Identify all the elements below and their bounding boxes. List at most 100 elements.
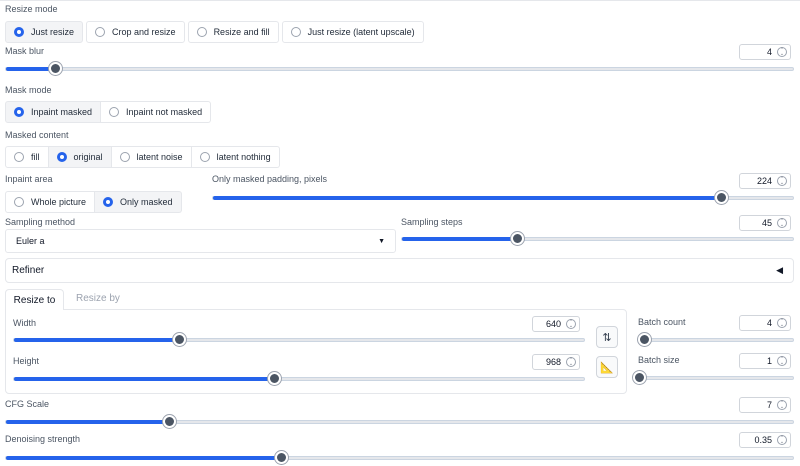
resize-mode-option[interactable]: Just resize: [5, 21, 84, 43]
batch-count-input[interactable]: 4 ⌃ ⌄: [739, 315, 791, 331]
mask-blur-input[interactable]: 4 ⌃ ⌄: [739, 44, 791, 60]
height-label: Height: [13, 356, 40, 366]
batch-size-slider[interactable]: [633, 371, 794, 384]
spinner-icon[interactable]: ⌃ ⌄: [777, 356, 787, 366]
radio-option-label: Only masked: [120, 197, 173, 207]
sampling-steps-label: Sampling steps: [401, 217, 463, 227]
only-masked-padding-slider-thumb[interactable]: [715, 191, 728, 204]
denoising-strength-input[interactable]: 0.35 ⌃ ⌄: [739, 432, 791, 448]
inpaint-area-label: Inpaint area: [5, 174, 53, 184]
spinner-icon[interactable]: ⌃ ⌄: [777, 435, 787, 445]
spinner-icon[interactable]: ⌃ ⌄: [566, 319, 576, 329]
sampling-steps-slider-thumb[interactable]: [511, 232, 524, 245]
radio-option-label: Whole picture: [31, 197, 87, 207]
mask-mode-label: Mask mode: [5, 85, 52, 95]
top-divider: [0, 0, 800, 1]
masked-content-option[interactable]: fill: [5, 146, 49, 168]
swap-icon: ⇅: [602, 331, 612, 344]
resize-mode-option[interactable]: Crop and resize: [86, 21, 185, 43]
resize-mode-label: Resize mode: [5, 4, 58, 14]
batch-size-slider-thumb[interactable]: [633, 371, 646, 384]
spinner-icon[interactable]: ⌃ ⌄: [777, 218, 787, 228]
width-slider-thumb[interactable]: [173, 333, 186, 346]
only-masked-padding-slider[interactable]: [212, 191, 794, 204]
sampling-method-select[interactable]: Euler a ▼: [5, 229, 396, 253]
sampling-steps-input[interactable]: 45 ⌃ ⌄: [739, 215, 791, 231]
batch-size-input[interactable]: 1 ⌃ ⌄: [739, 353, 791, 369]
height-input[interactable]: 968 ⌃ ⌄: [532, 354, 580, 370]
inpaint-area-option[interactable]: Only masked: [95, 191, 182, 213]
masked-content-option[interactable]: latent noise: [111, 146, 192, 168]
resize-mode-option[interactable]: Just resize (latent upscale): [281, 21, 424, 43]
refiner-label: Refiner: [12, 265, 45, 276]
radio-circle-icon[interactable]: [119, 152, 130, 162]
radio-option-label: latent noise: [136, 152, 183, 162]
sampling-steps-slider[interactable]: [401, 232, 794, 245]
masked-content-label: Masked content: [5, 130, 69, 140]
masked-content-option[interactable]: original: [48, 146, 112, 168]
cfg-scale-label: CFG Scale: [5, 399, 50, 409]
inpaint-area-group: Whole picture Only masked: [5, 191, 182, 213]
inpaint-area-option[interactable]: Whole picture: [5, 191, 96, 213]
masked-content-group: fill original latent noise latent nothing: [5, 146, 280, 168]
resize-mode-option[interactable]: Resize and fill: [187, 21, 279, 43]
chevron-down-icon: ▼: [378, 237, 385, 245]
tab-resize-to[interactable]: Resize to: [5, 289, 64, 310]
mask-mode-option[interactable]: Inpaint not masked: [101, 101, 212, 123]
radio-option-label: latent nothing: [216, 152, 271, 162]
radio-circle-icon[interactable]: [14, 27, 24, 37]
radio-circle-icon[interactable]: [196, 27, 207, 37]
auto-size-button[interactable]: 📐: [596, 356, 618, 378]
tab-resize-by[interactable]: Resize by: [76, 293, 120, 304]
cfg-scale-slider[interactable]: [5, 415, 794, 428]
mask-mode-group: Inpaint masked Inpaint not masked: [5, 101, 212, 123]
swap-dimensions-button[interactable]: ⇅: [596, 326, 618, 348]
radio-circle-icon[interactable]: [14, 107, 24, 117]
radio-option-label: Just resize: [31, 27, 75, 37]
ruler-icon: 📐: [600, 361, 614, 374]
spinner-icon[interactable]: ⌃ ⌄: [777, 400, 787, 410]
height-slider-thumb[interactable]: [268, 372, 281, 385]
only-masked-padding-input[interactable]: 224 ⌃ ⌄: [739, 173, 791, 189]
width-input[interactable]: 640 ⌃ ⌄: [532, 316, 580, 332]
radio-circle-icon[interactable]: [290, 27, 301, 37]
radio-circle-icon[interactable]: [199, 152, 210, 162]
masked-content-option[interactable]: latent nothing: [191, 146, 280, 168]
resize-mode-group: Just resize Crop and resize Resize and fil…: [5, 21, 427, 43]
radio-circle-icon[interactable]: [56, 152, 67, 162]
mask-blur-slider[interactable]: [5, 62, 794, 75]
batch-count-slider[interactable]: [638, 333, 794, 346]
radio-option-label: Just resize (latent upscale): [307, 27, 415, 37]
radio-option-label: fill: [31, 152, 40, 162]
collapse-arrow-icon[interactable]: ◀: [776, 265, 783, 276]
batch-count-slider-thumb[interactable]: [638, 333, 651, 346]
radio-circle-icon[interactable]: [103, 197, 114, 207]
spinner-icon[interactable]: ⌃ ⌄: [777, 176, 787, 186]
mask-mode-option[interactable]: Inpaint masked: [5, 101, 102, 123]
radio-circle-icon[interactable]: [109, 107, 120, 117]
height-slider[interactable]: [13, 372, 585, 385]
radio-option-label: Inpaint not masked: [126, 107, 203, 117]
radio-option-label: Resize and fill: [213, 27, 270, 37]
radio-option-label: Crop and resize: [112, 27, 176, 37]
radio-option-label: original: [73, 152, 103, 162]
denoising-strength-slider-thumb[interactable]: [275, 451, 288, 464]
width-slider[interactable]: [13, 333, 585, 346]
radio-circle-icon[interactable]: [14, 152, 24, 162]
mask-blur-slider-thumb[interactable]: [49, 62, 62, 75]
spinner-icon[interactable]: ⌃ ⌄: [777, 47, 787, 57]
denoising-strength-slider[interactable]: [5, 451, 794, 464]
batch-count-label: Batch count: [638, 317, 686, 327]
radio-option-label: Inpaint masked: [31, 107, 93, 117]
mask-blur-label: Mask blur: [5, 46, 45, 56]
sampling-method-label: Sampling method: [5, 217, 76, 227]
radio-circle-icon[interactable]: [95, 27, 106, 37]
cfg-scale-input[interactable]: 7 ⌃ ⌄: [739, 397, 791, 413]
spinner-icon[interactable]: ⌃ ⌄: [777, 318, 787, 328]
cfg-scale-slider-thumb[interactable]: [163, 415, 176, 428]
batch-size-label: Batch size: [638, 355, 680, 365]
refiner-accordion[interactable]: Refiner ◀: [5, 258, 794, 283]
width-label: Width: [13, 318, 37, 328]
spinner-icon[interactable]: ⌃ ⌄: [566, 357, 576, 367]
radio-circle-icon[interactable]: [14, 197, 24, 207]
